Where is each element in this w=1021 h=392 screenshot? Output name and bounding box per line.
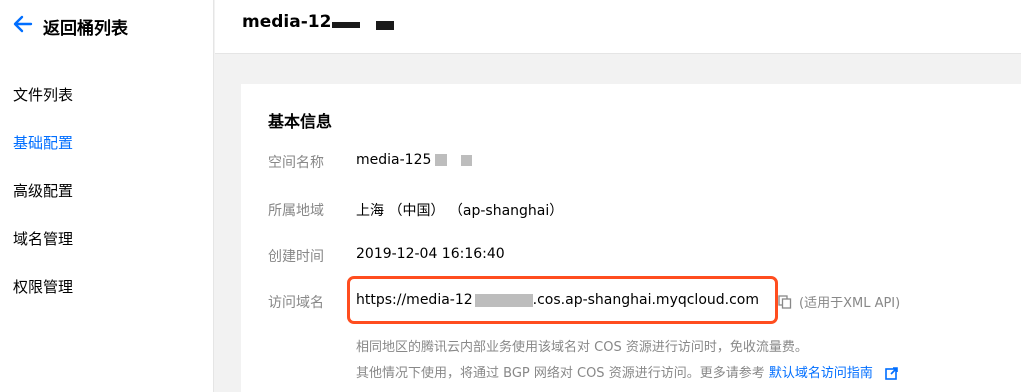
sidebar-item-advanced-config[interactable]: 高级配置	[13, 180, 73, 201]
sidebar-item-basic-config[interactable]: 基础配置	[13, 132, 73, 153]
created-time-label: 创建时间	[268, 249, 324, 265]
region-value: 上海 （中国） （ap-shanghai）	[356, 203, 564, 219]
bucket-title: media-12	[242, 12, 332, 32]
description-line-1: 相同地区的腾讯云内部业务使用该域名对 COS 资源进行访问时，免收流量费。	[356, 340, 808, 355]
page-title: media-12	[242, 12, 395, 32]
created-time-value: 2019-12-04 16:16:40	[356, 246, 505, 262]
arrow-left-icon	[12, 13, 34, 39]
section-title: 基本信息	[268, 112, 333, 131]
redacted-block	[461, 154, 473, 166]
region-label: 所属地域	[268, 203, 324, 219]
bucket-name-label: 空间名称	[268, 155, 324, 171]
description-line-2-text: 其他情况下使用，将通过 BGP 网络对 COS 资源进行访问。更多请参考	[356, 366, 765, 381]
sidebar-item-file-list[interactable]: 文件列表	[13, 84, 73, 105]
sidebar-item-permission-management[interactable]: 权限管理	[13, 276, 73, 297]
external-link-icon[interactable]	[885, 367, 898, 380]
bucket-name-value: media-125	[356, 152, 473, 168]
basic-info-card: 基本信息 空间名称 media-125 所属地域 上海 （中国） （ap-sha…	[241, 84, 1021, 392]
redacted-block	[376, 20, 395, 30]
sidebar-item-domain-management[interactable]: 域名管理	[13, 228, 73, 249]
highlight-box	[347, 276, 778, 324]
default-domain-guide-link[interactable]: 默认域名访问指南	[769, 366, 873, 381]
copy-icon[interactable]	[778, 294, 792, 309]
redacted-block	[332, 22, 361, 28]
back-label: 返回桶列表	[43, 18, 128, 39]
bucket-name-text: media-125	[356, 152, 432, 168]
page-header: media-12	[215, 0, 1021, 54]
description-line-2: 其他情况下使用，将通过 BGP 网络对 COS 资源进行访问。更多请参考 默认域…	[356, 362, 898, 381]
sidebar: 返回桶列表 文件列表 基础配置 高级配置 域名管理 权限管理	[0, 0, 214, 392]
back-to-bucket-list[interactable]: 返回桶列表	[12, 13, 128, 39]
redacted-block	[435, 154, 448, 166]
access-domain-label: 访问域名	[268, 295, 324, 311]
api-note: (适用于XML API)	[799, 296, 901, 311]
